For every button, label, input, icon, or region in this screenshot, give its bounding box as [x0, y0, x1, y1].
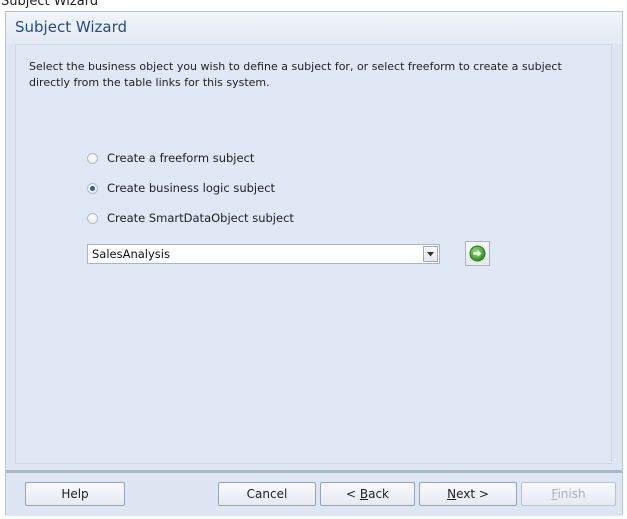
background-window-title: Subject Wizard — [1, 0, 99, 9]
option-freeform-label: Create a freeform subject — [107, 151, 255, 165]
help-button[interactable]: Help — [25, 482, 125, 506]
next-button-label: Next > — [447, 487, 489, 501]
wizard-button-bar: Help Cancel < Back Next > Finish — [6, 470, 622, 516]
option-smartdataobject-label: Create SmartDataObject subject — [107, 211, 294, 225]
cancel-button[interactable]: Cancel — [218, 482, 316, 506]
radio-business-logic[interactable] — [87, 182, 98, 194]
business-object-select[interactable]: SalesAnalysis — [87, 244, 440, 264]
radio-freeform[interactable] — [87, 152, 98, 164]
radio-smartdataobject[interactable] — [87, 212, 98, 224]
instructions-text: Select the business object you wish to d… — [29, 60, 562, 89]
option-smartdataobject[interactable]: Create SmartDataObject subject — [87, 209, 294, 227]
finish-button-label: Finish — [551, 487, 586, 501]
wizard-content-panel: Select the business object you wish to d… — [15, 44, 612, 464]
dropdown-button[interactable] — [423, 246, 438, 262]
dialog-title: Subject Wizard — [15, 18, 128, 36]
page: Subject Wizard Subject Wizard Select the… — [0, 0, 627, 519]
dialog-titlebar: Subject Wizard — [6, 12, 622, 44]
back-button-label: < Back — [345, 487, 389, 501]
option-business-logic[interactable]: Create business logic subject — [87, 179, 275, 197]
background-window-title-strip: Subject Wizard — [0, 0, 627, 11]
next-button[interactable]: Next > — [419, 482, 517, 506]
chevron-down-icon — [427, 251, 434, 256]
finish-button[interactable]: Finish — [521, 482, 616, 506]
option-business-logic-label: Create business logic subject — [107, 181, 276, 195]
green-arrow-circle-icon — [469, 245, 486, 262]
help-button-label: Help — [61, 487, 89, 501]
business-object-value: SalesAnalysis — [92, 247, 170, 261]
go-button[interactable] — [465, 241, 490, 266]
cancel-button-label: Cancel — [246, 487, 288, 501]
option-freeform[interactable]: Create a freeform subject — [87, 149, 254, 167]
subject-wizard-dialog: Subject Wizard Select the business objec… — [5, 11, 623, 516]
back-button[interactable]: < Back — [320, 482, 415, 506]
